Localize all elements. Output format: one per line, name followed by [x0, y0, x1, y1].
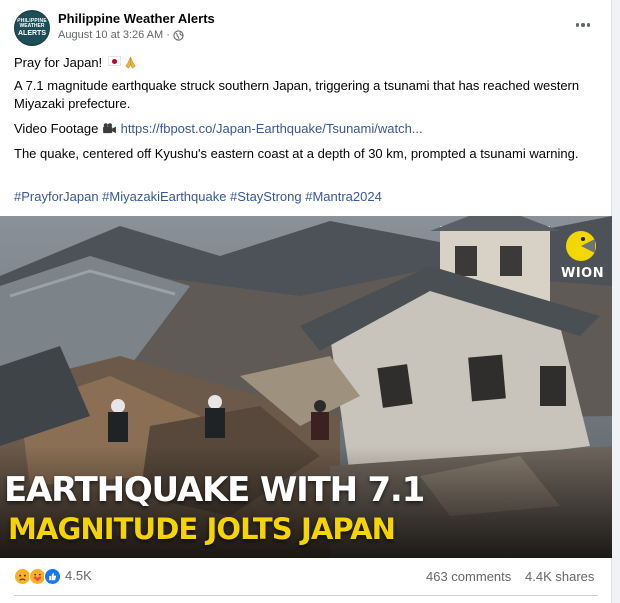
meta-separator: · — [166, 29, 170, 41]
reaction-count[interactable]: 4.5K — [65, 568, 92, 583]
video-link[interactable]: https://fbpost.co/Japan-Earthquake/Tsuna… — [121, 121, 423, 136]
video-footage-label: Video Footage — [14, 121, 99, 136]
globe-icon[interactable] — [173, 29, 184, 41]
post-text-line1: Pray for Japan! — [14, 54, 137, 72]
movie-camera-icon — [103, 123, 116, 134]
post-stats: 4.5K 463 comments 4.4K shares — [14, 566, 598, 586]
shares-count[interactable]: 4.4K shares — [525, 569, 594, 584]
post-image[interactable]: WION EARTHQUAKE WITH 7.1 MAGNITUDE JOLTS… — [0, 216, 612, 558]
pray-text: Pray for Japan! — [14, 55, 103, 70]
avatar[interactable]: PHILIPPINE WEATHER ALERTS — [14, 10, 50, 46]
post-timestamp[interactable]: August 10 at 3:26 AM — [58, 29, 163, 41]
wion-logo-text: WION — [561, 266, 605, 281]
folded-hands-icon — [125, 56, 136, 69]
avatar-text-line2: WEATHER — [19, 23, 45, 29]
hashtags[interactable]: #PrayforJapan #MiyazakiEarthquake #StayS… — [14, 188, 382, 206]
japan-flag-icon — [107, 56, 121, 66]
comments-count[interactable]: 463 comments — [426, 569, 511, 584]
avatar-text-line3: ALERTS — [18, 30, 46, 37]
more-options-icon[interactable] — [572, 14, 594, 36]
post-text-line3: Video Footage https://fbpost.co/Japan-Ea… — [14, 120, 423, 138]
reaction-icons[interactable] — [14, 568, 64, 586]
like-reaction-icon — [44, 568, 61, 585]
image-caption-line1: EARTHQUAKE WITH 7.1 — [4, 470, 425, 510]
post-text-line4: The quake, centered off Kyushu's eastern… — [14, 146, 579, 161]
post-header: PHILIPPINE WEATHER ALERTS Philippine Wea… — [14, 10, 604, 46]
image-caption-line2: MAGNITUDE JOLTS JAPAN — [8, 512, 396, 546]
post-text-line2: A 7.1 magnitude earthquake struck southe… — [14, 78, 580, 111]
post-meta: August 10 at 3:26 AM · — [58, 29, 184, 41]
post-card: PHILIPPINE WEATHER ALERTS Philippine Wea… — [0, 0, 612, 603]
page-name[interactable]: Philippine Weather Alerts — [58, 11, 215, 26]
footer-divider — [14, 595, 598, 596]
